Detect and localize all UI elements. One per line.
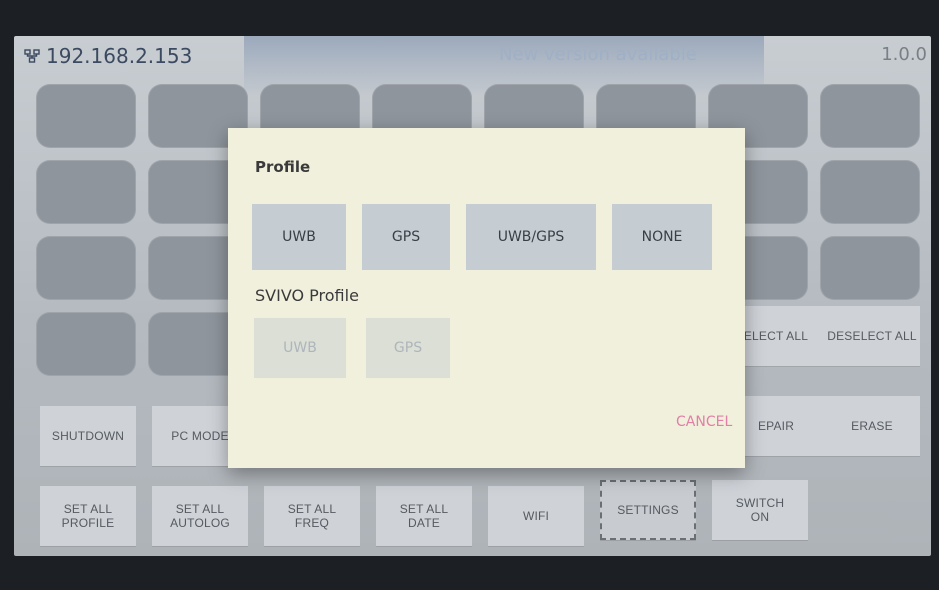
deselect-all-button[interactable]: DESELECT ALL (824, 306, 920, 366)
svivo-option-uwb: UWB (254, 318, 346, 378)
profile-option-uwb[interactable]: UWB (252, 204, 346, 270)
profile-dialog: Profile UWB GPS UWB/GPS NONE SVIVO Profi… (228, 128, 745, 468)
profile-option-none[interactable]: NONE (612, 204, 712, 270)
set-all-autolog-button[interactable]: SET ALL AUTOLOG (152, 486, 248, 546)
version-label: 1.0.0 (881, 44, 927, 65)
shutdown-button[interactable]: SHUTDOWN (40, 406, 136, 466)
network-icon (24, 49, 40, 63)
device-tile[interactable] (36, 84, 136, 148)
profile-option-uwb-gps[interactable]: UWB/GPS (466, 204, 596, 270)
dialog-title: Profile (255, 158, 311, 176)
svivo-profile-title: SVIVO Profile (255, 286, 359, 305)
device-tile[interactable] (820, 236, 920, 300)
device-tile[interactable] (36, 236, 136, 300)
set-all-profile-button[interactable]: SET ALL PROFILE (40, 486, 136, 546)
wifi-button[interactable]: WIFI (488, 486, 584, 546)
erase-button[interactable]: ERASE (824, 396, 920, 456)
update-notice[interactable]: New version available (499, 44, 697, 65)
ip-text: 192.168.2.153 (46, 44, 193, 68)
device-tile[interactable] (36, 160, 136, 224)
device-tile[interactable] (820, 84, 920, 148)
status-bar: 192.168.2.153 New version available 1.0.… (14, 36, 931, 76)
cancel-button[interactable]: CANCEL (676, 414, 732, 430)
set-all-freq-button[interactable]: SET ALL FREQ (264, 486, 360, 546)
profile-option-gps[interactable]: GPS (362, 204, 450, 270)
switch-on-button[interactable]: SWITCH ON (712, 480, 808, 540)
svivo-option-gps: GPS (366, 318, 450, 378)
ip-address: 192.168.2.153 (24, 44, 192, 68)
device-screen: 192.168.2.153 New version available 1.0.… (14, 36, 931, 556)
device-tile[interactable] (820, 160, 920, 224)
device-tile[interactable] (36, 312, 136, 376)
set-all-date-button[interactable]: SET ALL DATE (376, 486, 472, 546)
settings-button[interactable]: SETTINGS (600, 480, 696, 540)
